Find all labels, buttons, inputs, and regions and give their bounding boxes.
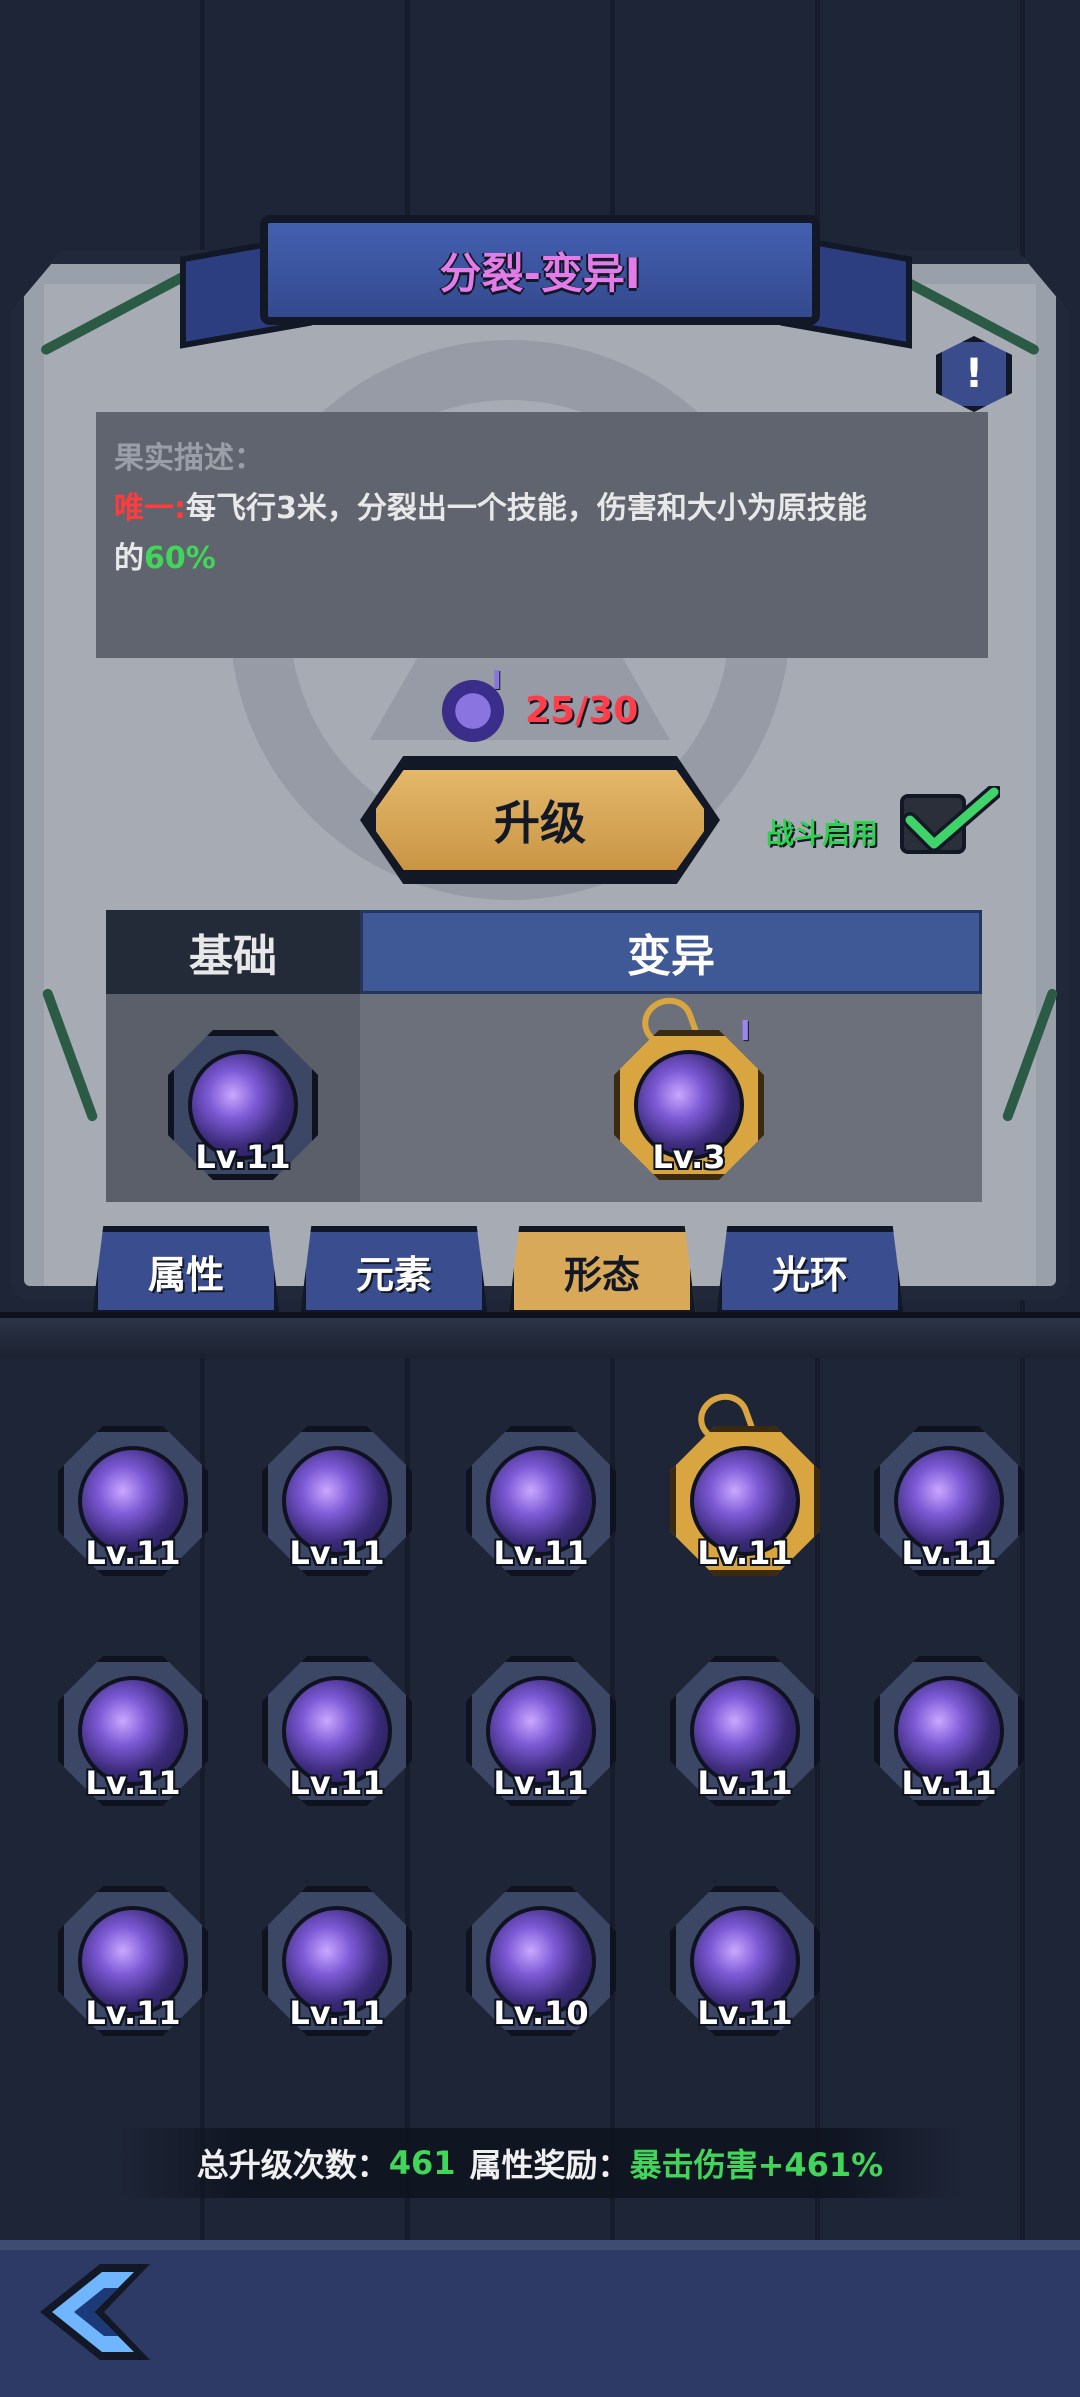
total-upgrades-label: 总升级次数： — [196, 2146, 389, 2184]
skill-slot[interactable]: Lv.11 — [48, 1646, 218, 1816]
cost-badge: I — [492, 666, 502, 696]
skill-slot-selected[interactable]: Lv.11 — [660, 1386, 830, 1586]
tab-attributes[interactable]: 属性 — [92, 1226, 280, 1316]
skill-slot[interactable]: Lv.11 — [456, 1416, 626, 1586]
skill-level: Lv.11 — [697, 1764, 793, 1802]
skill-slot[interactable]: Lv.11 — [252, 1646, 422, 1816]
skill-slot[interactable]: Lv.11 — [660, 1876, 830, 2046]
base-header: 基础 — [106, 910, 360, 994]
skill-slot[interactable]: Lv.11 — [252, 1416, 422, 1586]
skill-level: Lv.10 — [493, 1994, 589, 2032]
skill-level: Lv.11 — [901, 1764, 997, 1802]
back-arrow-icon[interactable] — [30, 2258, 160, 2366]
mutation-skill-icon[interactable]: Lv.3 I — [604, 990, 774, 1190]
exclamation-icon: ! — [964, 351, 984, 397]
checkmark-icon[interactable] — [900, 786, 1000, 856]
skill-level: Lv.11 — [697, 1534, 793, 1572]
tab-forms[interactable]: 形态 — [508, 1226, 696, 1316]
upgrade-button[interactable]: 升级 — [368, 762, 712, 878]
skill-slot[interactable]: Lv.11 — [48, 1416, 218, 1586]
title-ribbon: 分裂-变异I — [260, 215, 820, 325]
skill-level: Lv.11 — [901, 1534, 997, 1572]
battle-enable-label: 战斗启用 — [766, 817, 879, 850]
skill-slot[interactable]: Lv.11 — [48, 1876, 218, 2046]
panel-divider — [0, 1312, 1080, 1358]
cost-value: 25/30 — [525, 690, 639, 731]
mutation-badge: I — [740, 1014, 751, 1047]
mutation-skill-level: Lv.3 — [652, 1138, 726, 1176]
base-skill-icon[interactable]: Lv.11 — [158, 1020, 328, 1190]
summary-bar: 总升级次数： 461 属性奖励： 暴击伤害+461% — [120, 2128, 960, 2198]
skill-slot[interactable]: Lv.11 — [864, 1416, 1034, 1586]
description-body-end: 的 — [114, 541, 144, 576]
skill-level: Lv.11 — [493, 1764, 589, 1802]
description-highlight: 60% — [144, 541, 216, 576]
skill-slot[interactable]: Lv.11 — [864, 1646, 1034, 1816]
description-text: 唯一:每飞行3米，分裂出一个技能，伤害和大小为原技能 — [114, 484, 970, 534]
attribute-bonus-value: 暴击伤害+461% — [629, 2146, 884, 2184]
description-body: 每飞行3米，分裂出一个技能，伤害和大小为原技能 — [186, 491, 867, 526]
skill-slot[interactable]: Lv.11 — [660, 1646, 830, 1816]
base-skill-level: Lv.11 — [195, 1138, 291, 1176]
description-heading: 果实描述： — [114, 441, 264, 476]
skill-level: Lv.11 — [289, 1534, 385, 1572]
skill-level: Lv.11 — [289, 1764, 385, 1802]
skill-level: Lv.11 — [85, 1994, 181, 2032]
skill-level: Lv.11 — [289, 1994, 385, 2032]
page-title: 分裂-变异I — [439, 248, 641, 298]
upgrade-button-label: 升级 — [494, 796, 586, 850]
mutation-header: 变异 — [360, 910, 982, 994]
skill-level: Lv.11 — [85, 1534, 181, 1572]
comparison-table: 基础 变异 Lv.11 Lv.3 I — [106, 910, 982, 1202]
skill-level: Lv.11 — [493, 1534, 589, 1572]
tab-auras[interactable]: 光环 — [716, 1226, 904, 1316]
tab-elements[interactable]: 元素 — [300, 1226, 488, 1316]
skill-level: Lv.11 — [697, 1994, 793, 2032]
skill-slot[interactable]: Lv.11 — [456, 1646, 626, 1816]
description-box: 果实描述： 唯一:每飞行3米，分裂出一个技能，伤害和大小为原技能 的60% — [96, 412, 988, 658]
description-tag: 唯一: — [114, 491, 186, 526]
total-upgrades-value: 461 — [388, 2144, 456, 2182]
attribute-bonus-label: 属性奖励： — [469, 2146, 630, 2184]
skill-slot[interactable]: Lv.10 — [456, 1876, 626, 2046]
bottom-bar — [0, 2240, 1080, 2397]
skill-level: Lv.11 — [85, 1764, 181, 1802]
skill-slot[interactable]: Lv.11 — [252, 1876, 422, 2046]
description-text-end: 的60% — [114, 534, 970, 584]
